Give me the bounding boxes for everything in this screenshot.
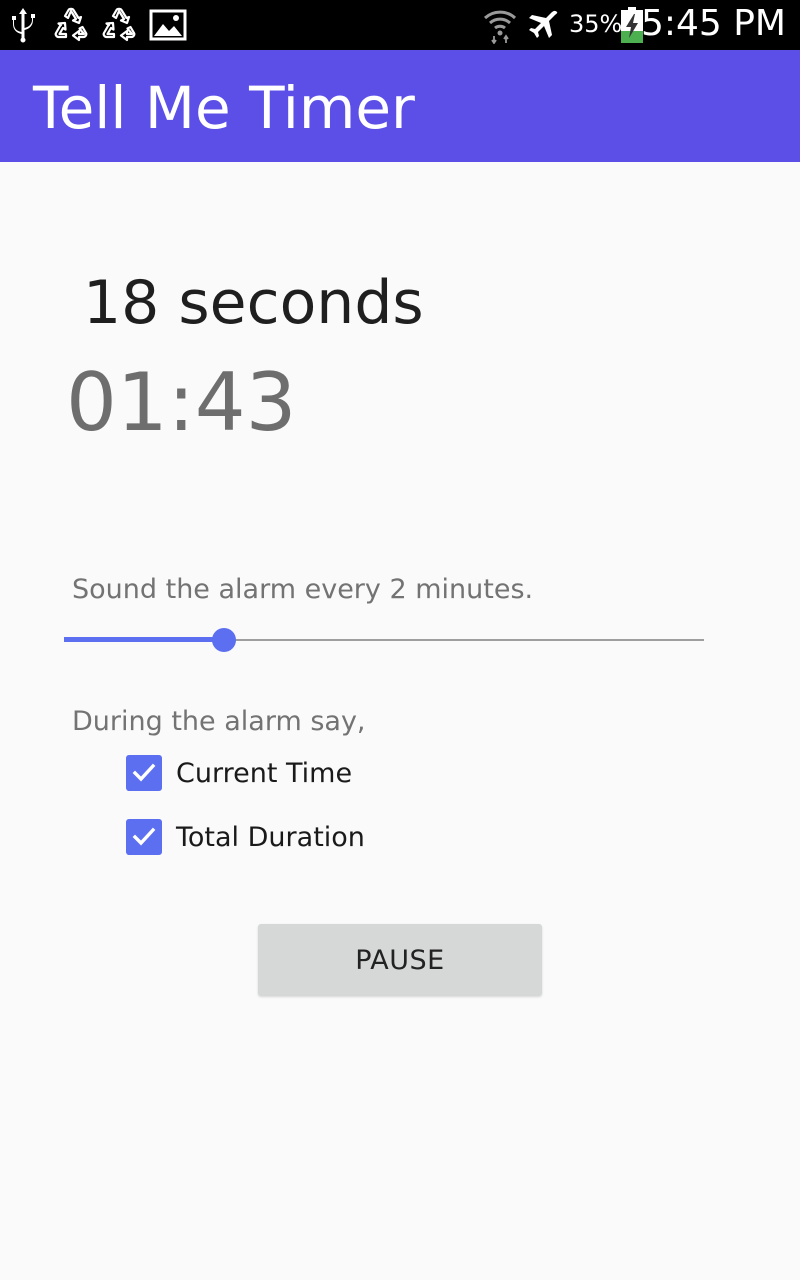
total-duration-checkbox[interactable] [126,819,162,855]
pause-button[interactable]: PAUSE [258,924,542,996]
battery-percent: 35% [569,10,623,38]
clock-time: 5:45 PM [640,3,786,44]
usb-icon [12,8,35,43]
status-bar: 35% 5:45 PM [0,0,800,50]
image-icon [149,9,187,41]
airplane-icon [529,10,558,38]
total-duration-option[interactable]: Total Duration [126,819,365,855]
app-bar: Tell Me Timer [0,50,800,162]
recycle-icon [102,7,136,42]
alarm-interval-label: Sound the alarm every 2 minutes. [72,574,534,605]
checkmark-icon [132,827,156,846]
alarm-interval-slider[interactable] [64,620,704,660]
current-time-checkbox[interactable] [126,755,162,791]
total-duration-label: Total Duration [176,821,365,853]
current-time-option[interactable]: Current Time [126,755,352,791]
elapsed-time-display: 01:43 [66,356,297,449]
slider-thumb[interactable] [212,628,236,652]
app-title: Tell Me Timer [33,74,415,142]
interval-display: 18 seconds [83,268,424,338]
current-time-label: Current Time [176,757,353,789]
speech-options-label: During the alarm say, [72,706,366,737]
wifi-icon [483,10,517,44]
recycle-icon [54,7,88,42]
checkmark-icon [132,763,156,782]
slider-fill [64,637,224,642]
